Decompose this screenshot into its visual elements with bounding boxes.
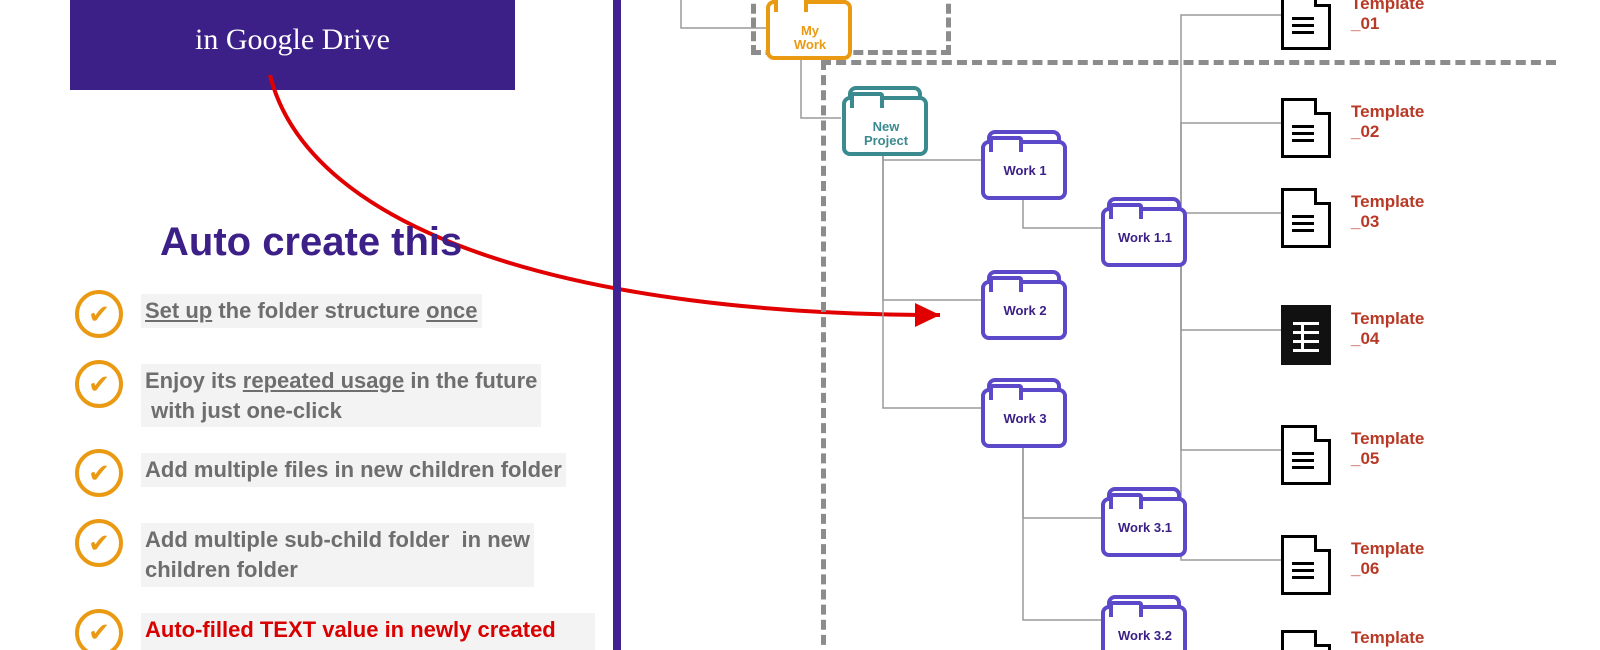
diagram-frame: MyWork NewProject Work 1 Work 1.1 Work 2… xyxy=(613,0,1600,650)
bullet-item: ✔ Set up the folder structure once xyxy=(75,290,595,338)
subhead: Auto create this xyxy=(160,220,462,265)
file-template-05 xyxy=(1281,425,1325,479)
label-template-04: Template_04 xyxy=(1351,309,1461,348)
check-icon: ✔ xyxy=(75,609,123,650)
bullet-item: ✔ Auto-filled TEXT value in newly created… xyxy=(75,609,595,650)
bullet-item: ✔ Enjoy its repeated usage in the future … xyxy=(75,360,595,427)
check-icon: ✔ xyxy=(75,449,123,497)
bullet-item: ✔ Add multiple sub-child folder in newchi… xyxy=(75,519,595,586)
folder-work-2: Work 2 xyxy=(981,270,1059,332)
file-template-04 xyxy=(1281,305,1325,359)
check-icon: ✔ xyxy=(75,360,123,408)
folder-work-1: Work 1 xyxy=(981,130,1059,192)
label-template-02: Template_02 xyxy=(1351,102,1461,141)
bullet-text: Set up the folder structure once xyxy=(141,294,482,328)
file-template-02 xyxy=(1281,98,1325,152)
label-template-06: Template_06 xyxy=(1351,539,1461,578)
folder-my-work: MyWork xyxy=(766,0,844,52)
label-template-03: Template_03 xyxy=(1351,192,1461,231)
bullet-item: ✔ Add multiple files in new children fold… xyxy=(75,449,595,497)
label-template-05: Template_05 xyxy=(1351,429,1461,468)
file-template-03 xyxy=(1281,188,1325,242)
bullet-text: Auto-filled TEXT value in newly created … xyxy=(141,613,595,650)
folder-work-3-2: Work 3.2 xyxy=(1101,595,1179,650)
file-template-01 xyxy=(1281,0,1325,44)
folder-work-3: Work 3 xyxy=(981,378,1059,440)
bullet-text: Add multiple files in new children folde… xyxy=(141,453,566,487)
folder-new-project: NewProject xyxy=(842,86,920,148)
check-icon: ✔ xyxy=(75,290,123,338)
label-template-07: Template xyxy=(1351,628,1461,648)
bullet-list: ✔ Set up the folder structure once ✔ Enjoy … xyxy=(75,290,595,650)
label-template-01: Template_01 xyxy=(1351,0,1461,33)
bullet-text: Enjoy its repeated usage in the future w… xyxy=(141,364,541,427)
folder-work-3-1: Work 3.1 xyxy=(1101,487,1179,549)
file-template-06 xyxy=(1281,535,1325,589)
bullet-text: Add multiple sub-child folder in newchil… xyxy=(141,523,534,586)
file-template-07 xyxy=(1281,630,1325,650)
folder-work-1-1: Work 1.1 xyxy=(1101,197,1179,259)
check-icon: ✔ xyxy=(75,519,123,567)
